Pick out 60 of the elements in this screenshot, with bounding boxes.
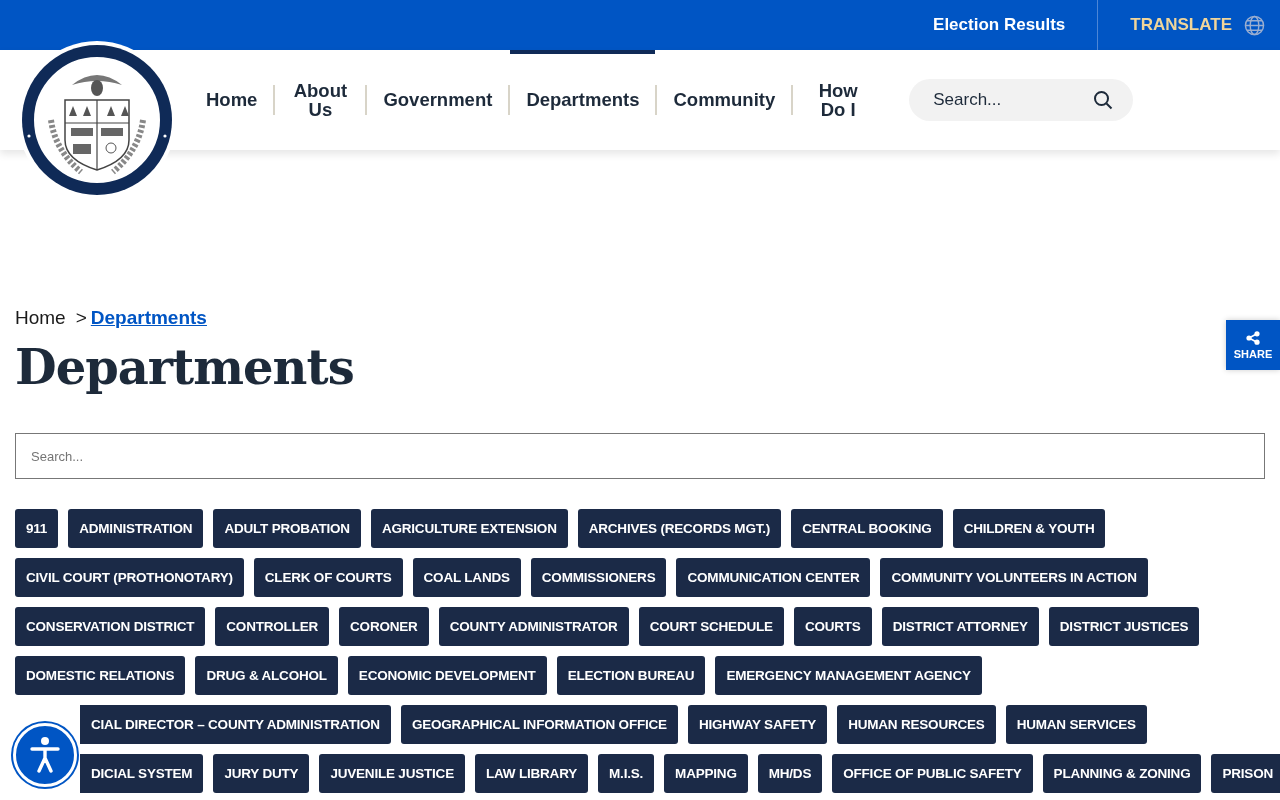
department-tag[interactable]: CHILDREN & YOUTH [952, 509, 1106, 548]
department-tag[interactable]: CIVIL COURT (PROTHONOTARY) [15, 558, 244, 597]
department-tag[interactable]: MH/DS [757, 754, 823, 793]
breadcrumb-separator: > [75, 307, 87, 329]
department-tag[interactable]: COMMUNICATION CENTER [676, 558, 871, 597]
accessibility-button[interactable] [13, 723, 77, 787]
department-tag[interactable]: EMERGENCY MANAGEMENT AGENCY [715, 656, 982, 695]
department-tag[interactable]: CLERK OF COURTS [253, 558, 403, 597]
department-tag[interactable]: DISTRICT JUSTICES [1048, 607, 1200, 646]
search-icon[interactable] [1093, 90, 1114, 110]
breadcrumb-link[interactable]: Home [15, 307, 66, 329]
department-tag[interactable]: CONTROLLER [215, 607, 330, 646]
page-title: Departments [15, 339, 354, 395]
department-tag[interactable]: CIAL DIRECTOR – COUNTY ADMINISTRATION [80, 705, 391, 744]
share-icon [1246, 330, 1260, 345]
nav-tab[interactable]: About Us [275, 50, 366, 150]
department-tag[interactable]: LAW LIBRARY [475, 754, 589, 793]
department-tag[interactable]: DRUG & ALCOHOL [195, 656, 338, 695]
search-field[interactable]: Search... [15, 433, 1265, 479]
department-tag[interactable]: JUVENILE JUSTICE [319, 754, 465, 793]
department-tag[interactable]: PLANNING & ZONING [1042, 754, 1202, 793]
department-tag[interactable]: ELECTION BUREAU [556, 656, 706, 695]
department-tag[interactable]: ECONOMIC DEVELOPMENT [347, 656, 547, 695]
department-tag[interactable]: 911 [15, 509, 59, 548]
person-icon [28, 736, 62, 774]
department-tag[interactable]: DOMESTIC RELATIONS [15, 656, 186, 695]
department-tag[interactable]: CORONER [339, 607, 429, 646]
department-tag[interactable]: COURTS [793, 607, 872, 646]
department-tag[interactable]: MAPPING [664, 754, 748, 793]
department-tag[interactable]: JURY DUTY [213, 754, 310, 793]
nav-tab[interactable]: Home [190, 50, 274, 150]
department-tag[interactable]: HIGHWAY SAFETY [687, 705, 828, 744]
department-tag[interactable]: AGRICULTURE EXTENSION [370, 509, 568, 548]
nav-tab[interactable]: Government [367, 50, 509, 150]
department-tag[interactable]: COMMUNITY VOLUNTEERS IN ACTION [880, 558, 1148, 597]
department-tag[interactable]: HUMAN RESOURCES [837, 705, 996, 744]
nav-tab[interactable]: Departments [510, 50, 656, 150]
department-tag[interactable]: CONSERVATION DISTRICT [15, 607, 206, 646]
breadcrumb-link[interactable]: Departments [90, 307, 207, 329]
department-tag[interactable]: COMMISSIONERS [530, 558, 667, 597]
department-tag[interactable]: COUNTY ADMINISTRATOR [438, 607, 629, 646]
department-tag[interactable]: HUMAN SERVICES [1005, 705, 1147, 744]
department-tag[interactable]: ARCHIVES (RECORDS MGT.) [577, 509, 782, 548]
department-tag[interactable]: ADMINISTRATION [68, 509, 204, 548]
translate-button[interactable]: TRANSLATE [1098, 0, 1280, 50]
department-tag[interactable]: PRISON [1211, 754, 1280, 793]
department-tag[interactable]: DICIAL SYSTEM [80, 754, 204, 793]
nav-tab[interactable]: How Do I [793, 50, 884, 150]
department-tag[interactable]: ADULT PROBATION [213, 509, 361, 548]
department-tag[interactable]: GEOGRAPHICAL INFORMATION OFFICE [400, 705, 678, 744]
department-tag[interactable]: COURT SCHEDULE [638, 607, 784, 646]
department-tag[interactable]: OFFICE OF PUBLIC SAFETY [832, 754, 1033, 793]
department-tag[interactable]: COAL LANDS [412, 558, 521, 597]
department-tag[interactable]: M.I.S. [598, 754, 655, 793]
globe-icon [1244, 14, 1265, 36]
nav-tab[interactable]: Community [657, 50, 792, 150]
department-tag[interactable]: DISTRICT ATTORNEY [881, 607, 1039, 646]
department-tag[interactable]: CENTRAL BOOKING [791, 509, 943, 548]
share-button[interactable]: SHARE [1226, 320, 1280, 370]
search-field[interactable]: Search... [909, 79, 1134, 121]
